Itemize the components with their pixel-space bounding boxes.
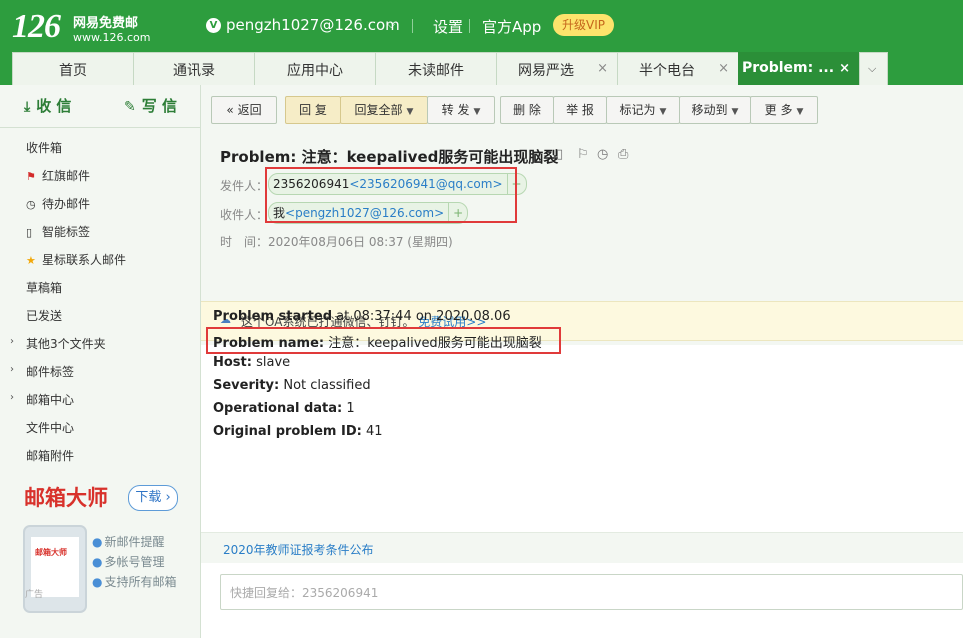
sidebar-item-inbox[interactable]: 收件箱 xyxy=(26,139,62,156)
close-icon[interactable]: × xyxy=(839,61,850,76)
quick-reply-input[interactable]: 快捷回复给：2356206941 xyxy=(220,574,963,610)
chevron-right-icon[interactable]: › xyxy=(10,392,14,403)
sidebar-item-todo[interactable]: ◷ 待办邮件 xyxy=(26,195,90,212)
sidebar-item-file-center[interactable]: 文件中心 xyxy=(26,419,74,436)
toolbar: « 返回 回 复 回复全部 ▼ 转 发 ▼ 删 除 举 报 标记为 ▼ 移动到 ▼ 更 … xyxy=(201,85,963,129)
time-row: 时 间：2020年08月06日 08:37 (星期四) xyxy=(220,233,453,250)
star-icon: ★ xyxy=(26,254,36,267)
mail-subject: Problem: 注意：keepalived服务可能出现脑裂 xyxy=(220,148,559,166)
reply-button[interactable]: 回 复 xyxy=(285,96,341,124)
sidebar-item-mail-tags[interactable]: 邮件标签 xyxy=(26,363,74,380)
mark-as-button[interactable]: 标记为 ▼ xyxy=(606,96,680,124)
divider xyxy=(412,19,413,33)
reply-all-button[interactable]: 回复全部 ▼ xyxy=(340,96,428,124)
ad-tag: 广告 xyxy=(25,590,44,600)
sidebar-item-mail-center[interactable]: 邮箱中心 xyxy=(26,391,74,408)
upgrade-vip-button[interactable]: 升级VIP xyxy=(553,14,614,36)
ad-point: ● 支持所有邮箱 xyxy=(92,575,177,589)
chevron-down-icon: ▼ xyxy=(659,107,667,117)
sidebar-item-sent[interactable]: 已发送 xyxy=(26,307,62,324)
clock-icon[interactable]: ◷ xyxy=(597,147,608,162)
sidebar-item-attachments[interactable]: 邮箱附件 xyxy=(26,447,74,464)
ad-title[interactable]: 邮箱大师 xyxy=(24,482,108,512)
ad-download-button[interactable]: 下载 › xyxy=(128,485,178,511)
vip-badge-icon: V xyxy=(206,18,221,33)
delete-button[interactable]: 删 除 xyxy=(500,96,554,124)
sidebar: ⤓ 收 信 ✎ 写 信 收件箱 ⚑ 红旗邮件 ◷ 待办邮件 ▯ 智能标签 ★ 星标联系人邮件… xyxy=(0,85,201,638)
chevron-right-icon[interactable]: › xyxy=(10,364,14,375)
body-line: Host: slave xyxy=(213,355,291,370)
receive-button[interactable]: ⤓ 收 信 xyxy=(24,95,71,117)
ad-point: ● 新邮件提醒 xyxy=(92,535,165,549)
back-icon: « xyxy=(226,103,234,117)
tab-contacts[interactable]: 通讯录 xyxy=(133,52,255,85)
tab-more-button[interactable]: ⌵ xyxy=(859,52,888,85)
tab-current-mail[interactable]: Problem: ... × xyxy=(738,52,860,85)
sidebar-item-flagged[interactable]: ⚑ 红旗邮件 xyxy=(26,167,90,184)
sidebar-item-smart-tags[interactable]: ▯ 智能标签 xyxy=(26,223,90,240)
time-value: 2020年08月06日 08:37 (星期四) xyxy=(268,235,453,249)
more-button[interactable]: 更 多 ▼ xyxy=(750,96,818,124)
settings-link[interactable]: 设置 xyxy=(433,16,463,37)
to-label: 收件人： xyxy=(220,208,269,222)
forward-button[interactable]: 转 发 ▼ xyxy=(427,96,495,124)
highlight-box xyxy=(206,327,561,354)
flag-icon[interactable]: ⚐ xyxy=(577,147,589,162)
divider xyxy=(0,127,200,128)
highlight-box xyxy=(265,167,517,223)
compose-button[interactable]: ✎ 写 信 xyxy=(124,95,177,117)
logo-name: 网易免费邮 xyxy=(73,16,139,31)
download-icon: ⤓ xyxy=(24,99,31,115)
logo-number: 126 xyxy=(12,8,61,45)
close-icon[interactable]: × xyxy=(597,61,608,76)
tab-unread[interactable]: 未读邮件 xyxy=(375,52,497,85)
logo-domain: www.126.com xyxy=(73,31,151,44)
sidebar-item-drafts[interactable]: 草稿箱 xyxy=(26,279,62,296)
account-name[interactable]: pengzh1027@126.com xyxy=(226,16,400,34)
chevron-down-icon: ▼ xyxy=(796,107,804,117)
chevron-down-icon: ⌵ xyxy=(868,62,877,75)
divider xyxy=(469,19,470,33)
from-label: 发件人： xyxy=(220,179,269,193)
tab-radio[interactable]: 半个电台 × xyxy=(617,52,739,85)
chevron-down-icon: ▼ xyxy=(731,107,739,117)
back-button[interactable]: « 返回 xyxy=(211,96,277,124)
chevron-down-icon: ▼ xyxy=(473,107,481,117)
body-line: Severity: Not classified xyxy=(213,378,371,393)
edit-icon: ✎ xyxy=(124,99,136,115)
body-line: Original problem ID: 41 xyxy=(213,424,383,439)
tab-app-center[interactable]: 应用中心 xyxy=(254,52,376,85)
tab-yanxuan[interactable]: 网易严选 × xyxy=(496,52,618,85)
clock-icon: ◷ xyxy=(26,198,36,211)
bookmark-icon: ▯ xyxy=(26,226,33,239)
chevron-down-icon: ▼ xyxy=(406,107,414,117)
tab-home[interactable]: 首页 xyxy=(12,52,134,85)
top-header: 126 网易免费邮 www.126.com V pengzh1027@126.c… xyxy=(0,0,963,85)
report-button[interactable]: 举 报 xyxy=(553,96,607,124)
sidebar-item-starred[interactable]: ★ 星标联系人邮件 xyxy=(26,251,126,268)
chevron-down-icon[interactable]: ⌵ xyxy=(387,18,395,32)
news-link[interactable]: 2020年教师证报考条件公布 xyxy=(223,541,374,558)
ad-point: ● 多帐号管理 xyxy=(92,555,165,569)
official-app-link[interactable]: 官方App xyxy=(482,16,541,37)
time-label: 时 间： xyxy=(220,235,269,249)
mail-view: « 返回 回 复 回复全部 ▼ 转 发 ▼ 删 除 举 报 标记为 ▼ 移动到 ▼ 更 … xyxy=(201,85,963,638)
flag-icon: ⚑ xyxy=(26,170,36,183)
body-line: Operational data: 1 xyxy=(213,401,355,416)
bookmark-icon[interactable]: ▯ xyxy=(556,147,563,162)
news-bar: 2020年教师证报考条件公布 xyxy=(201,532,963,563)
chevron-right-icon[interactable]: › xyxy=(10,336,14,347)
print-icon[interactable]: ⎙ xyxy=(618,147,628,162)
phone-logo: 邮箱大师 xyxy=(35,548,67,557)
close-icon[interactable]: × xyxy=(718,61,729,76)
sidebar-item-other-folders[interactable]: 其他3个文件夹 xyxy=(26,335,106,352)
move-to-button[interactable]: 移动到 ▼ xyxy=(679,96,751,124)
body-line: Problem started at 08:37:44 on 2020.08.0… xyxy=(213,309,511,324)
